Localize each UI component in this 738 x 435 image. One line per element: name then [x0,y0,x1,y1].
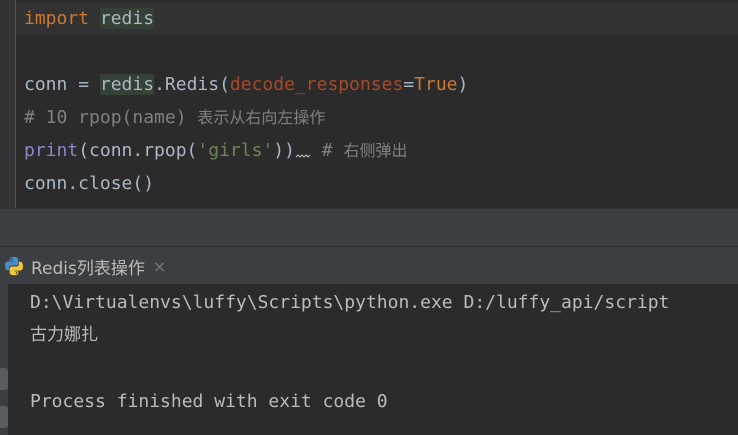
string-literal: 'girls' [197,140,274,161]
call-close-parens: )) [273,140,295,161]
run-tab[interactable]: Redis列表操作 × [0,247,174,285]
comment-cjk-part: 表示从右向左操作 [197,108,326,127]
comment-hash: # [310,140,344,161]
panel-splitter[interactable] [0,208,738,247]
comment-code-part: # 10 rpop(name) [24,107,198,128]
run-console[interactable]: D:\Virtualenvs\luffy\Scripts\python.exe … [0,284,738,435]
editor-gutter [0,0,15,208]
python-icon [5,256,23,276]
warning-squiggle [295,152,311,162]
console-line-exit: Process finished with exit code 0 [30,391,388,412]
code-line-4[interactable]: # 10 rpop(name) 表示从右向左操作 [24,101,325,134]
console-tool-button[interactable] [0,368,8,390]
code-editor[interactable]: import redis conn = redis.Redis(decode_r… [0,0,738,208]
call-open: (conn.rpop( [78,140,198,161]
code-line-5[interactable]: print(conn.rpop('girls')) # 右侧弹出 [24,134,407,167]
code-line-1[interactable]: import redis [24,2,155,35]
assign-operator: = [67,74,100,95]
argument-equals: = [403,74,415,95]
console-tool-button[interactable] [0,406,8,428]
comment-cjk-inline: 右侧弹出 [343,141,408,160]
variable-conn: conn [24,74,68,95]
module-name: redis [99,8,155,29]
run-tab-label: Redis列表操作 [31,258,145,279]
class-call: .Redis( [154,74,230,95]
console-line-command: D:\Virtualenvs\luffy\Scripts\python.exe … [30,292,670,313]
module-reference: redis [99,74,155,95]
call-close: ) [457,74,469,95]
run-tool-window-header: Redis列表操作 × [0,246,738,285]
keyword-argument: decode_responses [229,74,404,95]
boolean-value: True [414,74,458,95]
close-icon[interactable]: × [153,257,166,276]
close-call: conn.close() [24,173,155,194]
code-line-3[interactable]: conn = redis.Redis(decode_responses=True… [24,68,468,101]
print-builtin: print [24,140,79,161]
console-line-output: 古力娜扎 [30,325,98,345]
code-line-6[interactable]: conn.close() [24,167,154,200]
import-keyword: import [24,8,90,29]
